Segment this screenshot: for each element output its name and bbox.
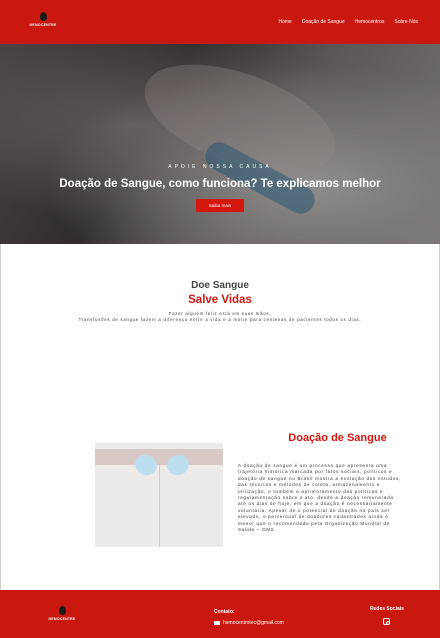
nav-doacao-de-sangue[interactable]: Doação de Sangue xyxy=(302,19,345,25)
blood-drop-icon xyxy=(58,606,66,615)
doacao-image xyxy=(95,443,223,547)
saiba-mais-button[interactable]: Saiba mais xyxy=(195,199,245,212)
contact-email[interactable]: hemocentrotec@gmail.com xyxy=(223,620,284,626)
site-header: HEMOCENTRE Home Doação de Sangue Hemocen… xyxy=(0,0,440,44)
image-line xyxy=(159,461,160,547)
footer-logo-text: HEMOCENTRE xyxy=(48,617,76,621)
footer-contact: Contato: hemocentrotec@gmail.com xyxy=(214,609,284,626)
doacao-title: Doação de Sangue xyxy=(288,432,387,444)
nav-home[interactable]: Home xyxy=(278,19,291,25)
blood-drop-icon xyxy=(39,12,47,21)
hero-title: Doação de Sangue, como funciona? Te expl… xyxy=(59,178,381,190)
logo-text: HEMOCENTRE xyxy=(29,23,57,27)
footer-social: Redes Sociais xyxy=(370,606,404,630)
social-title: Redes Sociais xyxy=(370,606,404,612)
main-nav: Home Doação de Sangue Hemocentros Sobre … xyxy=(278,0,418,44)
doe-subtitle: Salve Vidas xyxy=(188,294,252,306)
instagram-icon[interactable] xyxy=(383,618,391,625)
doe-text: Fazer alguém feliz está em suas mãos. Tr… xyxy=(0,311,440,323)
doe-sangue-section: Doe Sangue Salve Vidas Fazer alguém feli… xyxy=(0,280,440,323)
contact-row: hemocentrotec@gmail.com xyxy=(214,620,284,626)
site-logo[interactable]: HEMOCENTRE xyxy=(28,11,58,35)
doe-line-1: Fazer alguém feliz está em suas mãos. xyxy=(168,311,272,316)
contact-title: Contato: xyxy=(214,609,235,615)
mail-icon xyxy=(214,621,220,625)
doacao-text: A doação de sangue é um processo que apr… xyxy=(238,463,401,533)
hero-eyebrow: APOIE NOSSA CAUSA xyxy=(168,164,272,170)
doe-title: Doe Sangue xyxy=(191,280,249,291)
hero-section: APOIE NOSSA CAUSA Doação de Sangue, como… xyxy=(0,44,440,244)
hero-content: APOIE NOSSA CAUSA Doação de Sangue, como… xyxy=(0,162,440,212)
footer-logo[interactable]: HEMOCENTRE xyxy=(47,605,77,625)
nav-hemocentros[interactable]: Hemocentros xyxy=(355,19,385,25)
nav-sobre-nos[interactable]: Sobre Nós xyxy=(394,19,418,25)
doe-line-2: Transfusões de sangue fazem a diferença … xyxy=(78,317,362,322)
